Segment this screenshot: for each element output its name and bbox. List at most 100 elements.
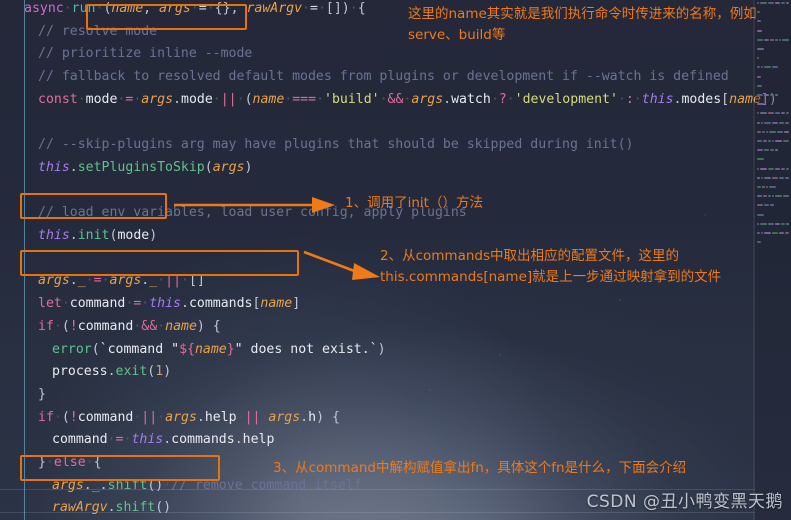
minimap-line-segment xyxy=(786,167,789,170)
code-token: ) xyxy=(316,409,332,425)
minimap-line-segment xyxy=(777,130,783,133)
minimap-line-segment xyxy=(766,186,768,188)
code-token: args xyxy=(165,409,197,425)
minimap-line-segment xyxy=(786,222,789,225)
code-token: _ xyxy=(149,273,158,289)
code-line[interactable]: this.setPluginsToSkip(args) xyxy=(0,156,755,179)
code-token: : xyxy=(625,91,634,107)
minimap-line-segment xyxy=(772,66,778,69)
code-line[interactable]: let·command·=·this.commands[name] xyxy=(0,292,755,315)
code-token: ) xyxy=(341,1,350,16)
code-token: 'build' xyxy=(324,91,380,107)
code-line[interactable]: const·mode·=·args.mode·||·(name·===·'bui… xyxy=(0,88,777,111)
code-line[interactable]: if·(!command·&&·name) { xyxy=(0,315,755,338)
code-token: . xyxy=(69,159,78,175)
code-token: · xyxy=(379,91,388,107)
minimap-line-segment xyxy=(757,232,760,234)
code-token: name xyxy=(111,1,144,16)
code-token: mode xyxy=(85,91,118,107)
code-token: this xyxy=(131,432,164,448)
code-token: . xyxy=(173,91,181,107)
minimap-line-segment xyxy=(757,75,761,78)
minimap-line-segment xyxy=(757,121,760,124)
code-token: ( xyxy=(91,341,100,357)
code-line[interactable]: process.exit(1) xyxy=(0,360,755,383)
code-token: name xyxy=(165,318,197,334)
minimap-line-segment xyxy=(764,149,769,152)
code-line[interactable]: if·(!command·||·args.help·||·args.h) { xyxy=(0,406,755,429)
code-token: args xyxy=(109,273,142,289)
minimap-line-segment xyxy=(762,186,765,188)
code-token: || xyxy=(141,409,158,425)
line-separator-bottom xyxy=(0,512,755,513)
minimap-line-segment xyxy=(772,195,774,198)
code-token: // remove command itself xyxy=(171,477,362,493)
minimap-line-segment xyxy=(785,176,789,179)
code-token: process xyxy=(52,364,108,380)
code-token: || xyxy=(165,273,182,289)
code-token: · xyxy=(317,1,326,16)
code-token: . xyxy=(234,432,243,448)
code-token: init xyxy=(77,228,110,243)
minimap-line-segment xyxy=(785,121,789,124)
minimap-line-segment xyxy=(757,38,763,41)
code-token: . xyxy=(69,273,78,289)
code-token: exit xyxy=(115,364,148,380)
minimap-line-segment xyxy=(783,195,789,198)
code-line[interactable] xyxy=(0,111,755,134)
minimap-line-segment xyxy=(769,186,776,188)
code-token: { xyxy=(357,1,366,16)
minimap-line-segment xyxy=(775,222,780,225)
minimap-line-segment xyxy=(772,176,778,179)
code-token: this xyxy=(149,296,181,312)
code-token: setPluginsToSkip xyxy=(77,159,205,175)
code-token: run xyxy=(71,1,96,16)
code-token: ( xyxy=(61,318,70,334)
minimap-line-segment xyxy=(764,38,769,41)
csdn-watermark: CSDN @丑小鸭变黑天鹅 xyxy=(586,492,783,512)
code-token: else xyxy=(53,455,86,470)
annotation-note-3: 2、从commands中取出相应的配置文件，这里的 this.commands[… xyxy=(380,248,722,285)
code-line[interactable]: error(`command "${name}" does not exist.… xyxy=(0,338,755,361)
code-token: , xyxy=(143,1,160,16)
minimap-line-segment xyxy=(786,112,789,115)
minimap-line-segment xyxy=(757,48,764,50)
minimap-line-segment xyxy=(757,112,759,115)
code-token: if xyxy=(38,318,54,334)
code-line[interactable]: this.init(mode) xyxy=(0,224,755,247)
editor-minimap[interactable] xyxy=(755,0,791,520)
code-line[interactable]: command·=·this.commands.help xyxy=(0,428,755,451)
minimap-line-segment xyxy=(764,94,769,96)
code-line[interactable]: } xyxy=(0,383,755,406)
code-token: command xyxy=(77,318,134,334)
minimap-line-segment xyxy=(772,121,778,124)
code-token: ) xyxy=(149,228,158,243)
code-token: 1 xyxy=(155,364,164,380)
code-token: // prioritize inline --mode xyxy=(38,46,253,62)
code-line[interactable]: // fallback to resolved default modes fr… xyxy=(0,65,755,88)
code-token: ] xyxy=(292,296,301,312)
minimap-line-segment xyxy=(775,38,778,41)
code-line[interactable]: // --skip-plugins arg may have plugins t… xyxy=(0,133,755,156)
minimap-line-segment xyxy=(760,2,767,4)
code-token: · xyxy=(349,1,358,16)
minimap-line-segment xyxy=(757,213,764,216)
minimap-line-segment xyxy=(757,94,763,96)
code-token: " does not exist.` xyxy=(234,341,378,357)
code-token: rawArgv xyxy=(52,500,108,516)
code-token: commands xyxy=(188,296,253,312)
minimap-line-segment xyxy=(768,222,774,225)
editor-surface[interactable]: async·run·(name, args·=·{}, rawArgv·=·[]… xyxy=(0,0,791,520)
code-token: } xyxy=(38,386,46,402)
code-token: ( xyxy=(204,159,213,175)
minimap-line-segment xyxy=(783,140,789,142)
code-token: command xyxy=(52,432,108,448)
code-token: async xyxy=(24,1,64,16)
code-token: · xyxy=(236,409,245,425)
code-token: && xyxy=(141,318,158,334)
minimap-line-segment xyxy=(757,140,762,142)
minimap-line-segment xyxy=(775,140,782,142)
code-token: . xyxy=(83,477,92,493)
minimap-line-segment xyxy=(781,222,785,225)
minimap-line-segment xyxy=(757,186,761,188)
